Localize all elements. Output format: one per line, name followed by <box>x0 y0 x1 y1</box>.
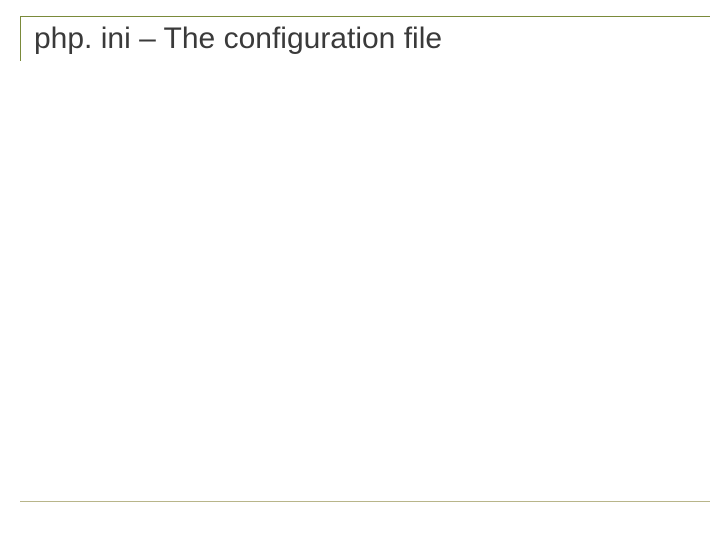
title-rule-left <box>20 16 21 61</box>
bottom-rule <box>20 501 710 502</box>
slide-title: php. ini – The configuration file <box>34 22 700 56</box>
slide: php. ini – The configuration file <box>0 0 720 540</box>
title-block: php. ini – The configuration file <box>20 16 700 64</box>
title-rule-top <box>20 16 710 17</box>
